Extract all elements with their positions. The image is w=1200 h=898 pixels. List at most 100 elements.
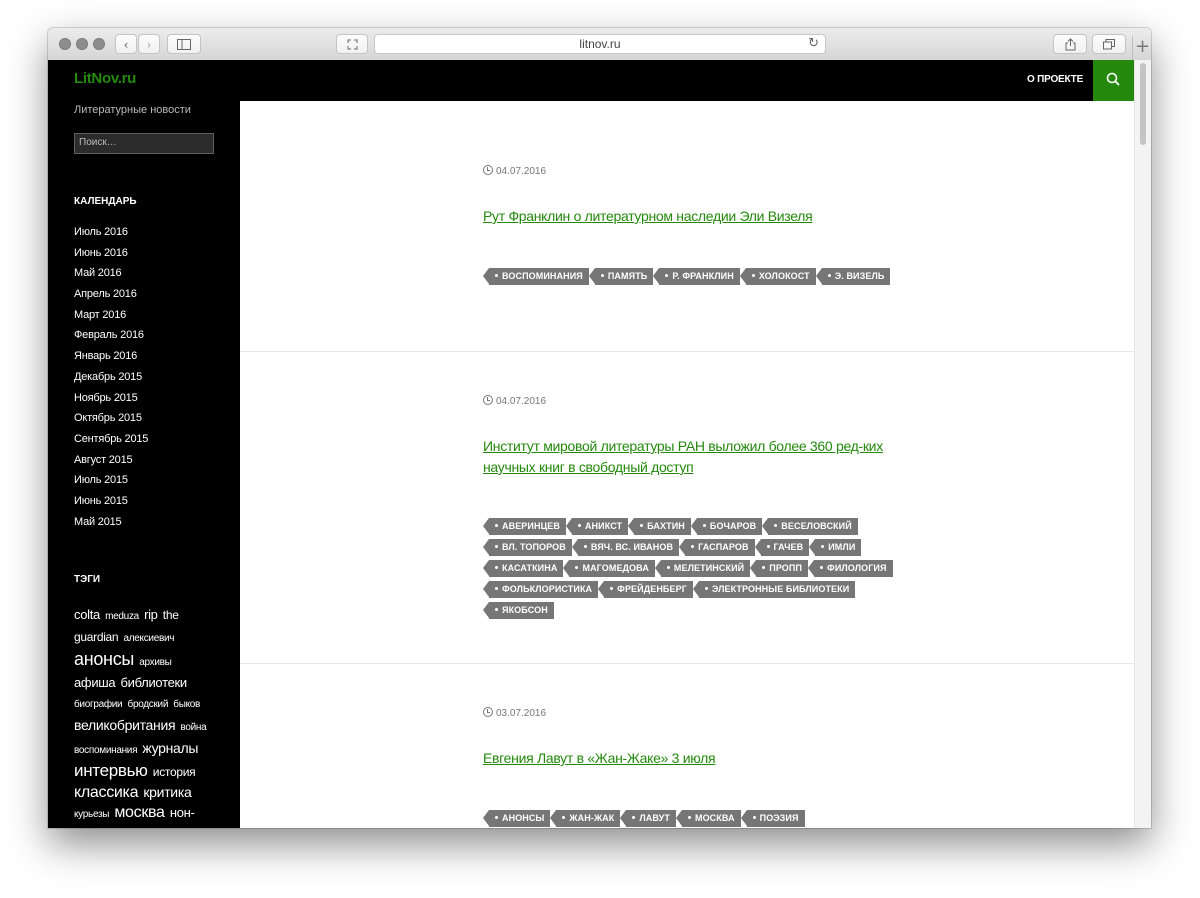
tag-cloud-link[interactable]: colta (74, 607, 100, 622)
tag-cloud-link[interactable]: нон- (170, 805, 195, 820)
tag-link[interactable]: Э. ВИЗЕЛЬ (815, 268, 891, 285)
tag-cloud-link[interactable]: великобритания (74, 717, 176, 733)
tag-cloud-link[interactable]: быков (173, 699, 200, 710)
site-title[interactable]: LitNov.ru (74, 70, 136, 87)
archive-link[interactable]: Июнь 2015 (74, 495, 148, 516)
archive-link[interactable]: Декабрь 2015 (74, 371, 148, 392)
tag-link[interactable]: МАГОМЕДОВА (563, 560, 655, 577)
tag-cloud: colta meduza rip the guardian алексиевич… (74, 605, 214, 825)
archive-link[interactable]: Ноябрь 2015 (74, 392, 148, 413)
clock-icon (483, 165, 493, 175)
tag-link[interactable]: ЯКОБСОН (483, 602, 554, 619)
zoom-window-button[interactable] (93, 38, 105, 50)
address-bar[interactable]: litnov.ru ↻ (374, 34, 826, 54)
tag-link[interactable]: ПОЭЗИЯ (740, 810, 805, 827)
post-date[interactable]: 04.07.2016 (483, 165, 546, 177)
tag-link[interactable]: ИМЛИ (809, 539, 862, 556)
close-window-button[interactable] (59, 38, 71, 50)
tag-link[interactable]: ВОСПОМИНАНИЯ (483, 268, 589, 285)
tag-link[interactable]: ПАМЯТЬ (588, 268, 654, 285)
tag-link[interactable]: ФОЛЬКЛОРИСТИКА (482, 581, 599, 598)
tag-link[interactable]: ЛАВУТ (620, 810, 676, 827)
post-date[interactable]: 03.07.2016 (483, 707, 546, 719)
tag-cloud-link[interactable]: анонсы (74, 649, 134, 669)
post-title-link[interactable]: Евгения Лавут в «Жан-Жаке» 3 июля (483, 748, 883, 769)
tag-link[interactable]: ЭЛЕКТРОННЫЕ БИБЛИОТЕКИ (692, 581, 856, 598)
tag-link[interactable]: Р. ФРАНКЛИН (653, 268, 740, 285)
archive-link[interactable]: Октябрь 2015 (74, 412, 148, 433)
scrollbar-thumb[interactable] (1140, 63, 1146, 145)
archive-link[interactable]: Июль 2016 (74, 226, 148, 247)
tag-cloud-link[interactable]: история (153, 765, 196, 779)
search-toggle-button[interactable] (1093, 60, 1134, 101)
nav-about-link[interactable]: О ПРОЕКТЕ (1027, 74, 1083, 85)
reload-icon[interactable]: ↻ (808, 35, 819, 53)
tag-hole-icon (583, 545, 587, 548)
tag-cloud-link[interactable]: интервью (74, 761, 148, 780)
tag-cloud-link[interactable]: архивы (139, 657, 172, 668)
archive-link[interactable]: Июль 2015 (74, 474, 148, 495)
chevron-left-icon: ‹ (123, 38, 129, 52)
tag-cloud-link[interactable]: война (180, 722, 206, 733)
tag-cloud-link[interactable]: алексиевич (123, 633, 174, 644)
post-date[interactable]: 04.07.2016 (483, 395, 546, 407)
tag-link[interactable]: МОСКВА (676, 810, 741, 827)
tag-link[interactable]: БАХТИН (628, 518, 691, 535)
tag-link[interactable]: ГАСПАРОВ (679, 539, 755, 556)
clock-icon (483, 395, 493, 405)
tag-link[interactable]: ВЯЧ. ВС. ИВАНОВ (571, 539, 680, 556)
tag-link[interactable]: ВЕСЕЛОВСКИЙ (762, 518, 858, 535)
tag-cloud-link[interactable]: биографии (74, 699, 123, 710)
archive-link[interactable]: Июнь 2016 (74, 247, 148, 268)
tag-link[interactable]: АВЕРИНЦЕВ (483, 518, 566, 535)
fullscreen-button[interactable] (336, 34, 368, 54)
archive-link[interactable]: Февраль 2016 (74, 329, 148, 350)
tag-cloud-link[interactable]: библиотеки (121, 675, 188, 690)
search-input[interactable]: Поиск… (74, 133, 214, 154)
tag-link[interactable]: КАСАТКИНА (482, 560, 564, 577)
post-title-link[interactable]: Рут Франклин о литературном наследии Эли… (483, 206, 883, 227)
forward-button[interactable]: › (138, 34, 160, 54)
tag-link[interactable]: ФРЕЙДЕНБЕРГ (598, 581, 693, 598)
archive-link[interactable]: Апрель 2016 (74, 288, 148, 309)
tag-cloud-link[interactable]: rip (144, 607, 158, 622)
tag-cloud-link[interactable]: журналы (142, 740, 198, 756)
post-title-link[interactable]: Институт мировой литературы РАН выложил … (483, 436, 883, 478)
tags-widget-title: ТЭГИ (74, 574, 101, 585)
page-scrollbar[interactable] (1134, 60, 1151, 828)
tag-cloud-link[interactable]: афиша (74, 675, 116, 690)
tag-hole-icon (562, 816, 566, 819)
archive-link[interactable]: Май 2015 (74, 516, 148, 537)
share-button[interactable] (1053, 34, 1087, 54)
new-tab-button[interactable]: + (1132, 36, 1151, 60)
tag-cloud-link[interactable]: воспоминания (74, 745, 138, 756)
archive-link[interactable]: Январь 2016 (74, 350, 148, 371)
tag-cloud-link[interactable]: москва (114, 804, 165, 821)
minimize-window-button[interactable] (76, 38, 88, 50)
tabs-overview-button[interactable] (1092, 34, 1126, 54)
tag-link[interactable]: ФИЛОЛОГИЯ (808, 560, 893, 577)
archive-link[interactable]: Май 2016 (74, 267, 148, 288)
tag-link[interactable]: ХОЛОКОСТ (739, 268, 816, 285)
tag-cloud-link[interactable]: классика (74, 784, 139, 801)
tag-cloud-link[interactable]: meduza (105, 611, 139, 622)
tag-cloud-link[interactable]: критика (143, 784, 191, 800)
tag-link[interactable]: ВЛ. ТОПОРОВ (483, 539, 572, 556)
tag-link[interactable]: АНОНСЫ (482, 810, 551, 827)
back-button[interactable]: ‹ (115, 34, 137, 54)
archive-link[interactable]: Август 2015 (74, 454, 148, 475)
tag-hole-icon (820, 566, 824, 569)
tag-cloud-link[interactable]: курьезы (74, 809, 109, 820)
archive-link[interactable]: Март 2016 (74, 309, 148, 330)
tag-link[interactable]: ПРОПП (750, 560, 809, 577)
sidebar-toggle-button[interactable] (167, 34, 201, 54)
tag-link[interactable]: ГАЧЕВ (754, 539, 810, 556)
tag-hole-icon (774, 524, 778, 527)
tag-cloud-link[interactable]: бродский (128, 699, 169, 710)
archive-link[interactable]: Сентябрь 2015 (74, 433, 148, 454)
tag-link[interactable]: МЕЛЕТИНСКИЙ (654, 560, 751, 577)
tag-link[interactable]: БОЧАРОВ (690, 518, 763, 535)
tag-link[interactable]: АНИКСТ (565, 518, 629, 535)
tag-link[interactable]: ЖАН-ЖАК (550, 810, 621, 827)
url-text: litnov.ru (579, 37, 621, 51)
